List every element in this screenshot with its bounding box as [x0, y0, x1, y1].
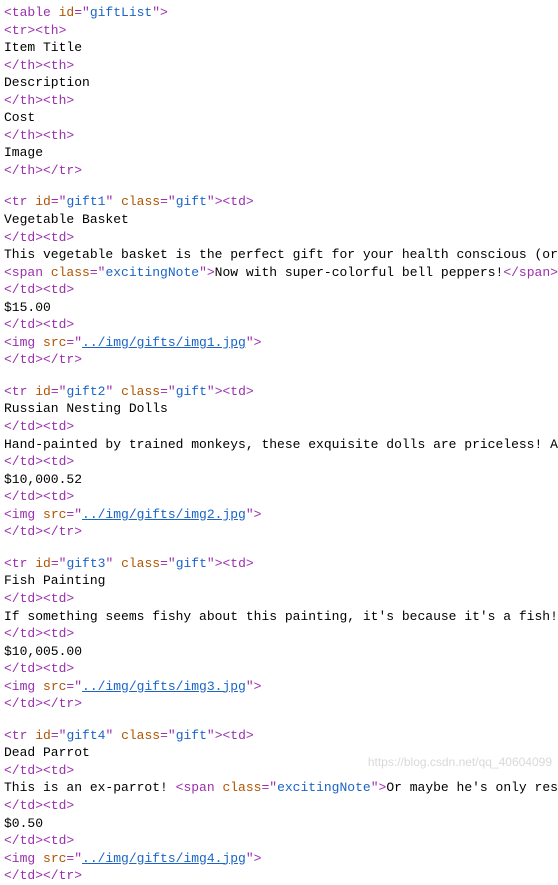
header-image: Image: [4, 144, 554, 162]
gift1-cost: $15.00: [4, 299, 554, 317]
code-block-gift1: <tr id="gift1" class="gift"><td> Vegetab…: [4, 193, 554, 368]
code-block-gift2: <tr id="gift2" class="gift"><td> Russian…: [4, 383, 554, 541]
gift2-img-link[interactable]: ../img/gifts/img2.jpg: [82, 507, 246, 522]
header-description: Description: [4, 74, 554, 92]
header-item-title: Item Title: [4, 39, 554, 57]
code-block-header: <table id="giftList"> <tr><th> Item Titl…: [4, 4, 554, 179]
gift2-title: Russian Nesting Dolls: [4, 400, 554, 418]
gift4-img-link[interactable]: ../img/gifts/img4.jpg: [82, 851, 246, 866]
gift1-desc: This vegetable basket is the perfect gif…: [4, 246, 554, 264]
header-cost: Cost: [4, 109, 554, 127]
gift4-cost: $0.50: [4, 815, 554, 833]
gift3-title: Fish Painting: [4, 572, 554, 590]
gift2-cost: $10,000.52: [4, 471, 554, 489]
gift2-desc: Hand-painted by trained monkeys, these e…: [4, 436, 554, 454]
code-block-gift4: <tr id="gift4" class="gift"><td> Dead Pa…: [4, 727, 554, 885]
gift1-title: Vegetable Basket: [4, 211, 554, 229]
code-block-gift3: <tr id="gift3" class="gift"><td> Fish Pa…: [4, 555, 554, 713]
gift1-img-link[interactable]: ../img/gifts/img1.jpg: [82, 335, 246, 350]
gift3-img-link[interactable]: ../img/gifts/img3.jpg: [82, 679, 246, 694]
watermark: https://blog.csdn.net/qq_40604099: [368, 754, 552, 770]
gift3-cost: $10,005.00: [4, 643, 554, 661]
